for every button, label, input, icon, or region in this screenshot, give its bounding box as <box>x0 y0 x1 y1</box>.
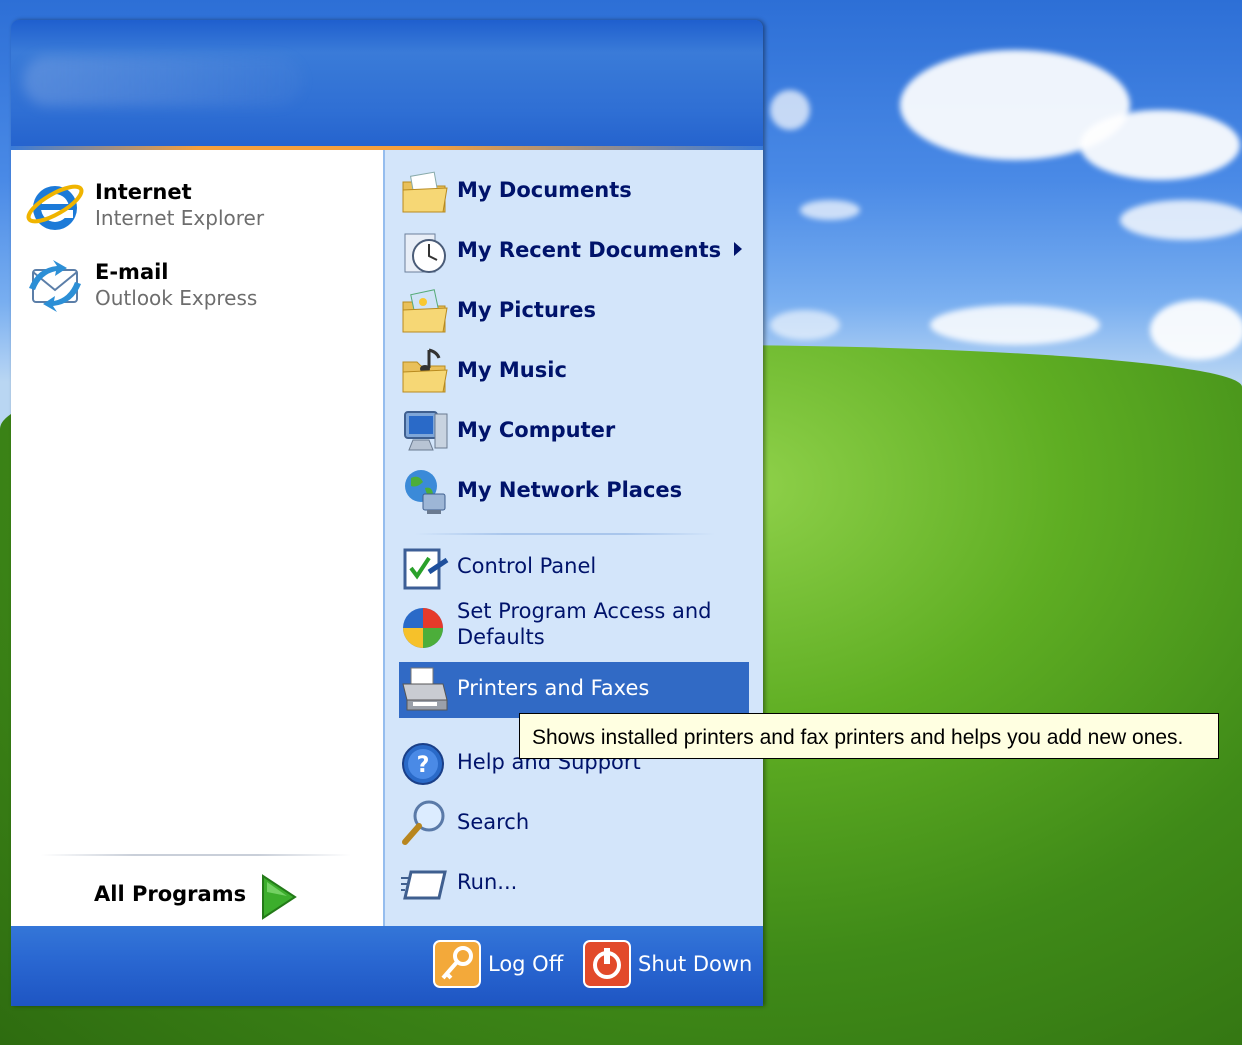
menu-item-run[interactable]: Run... <box>399 856 749 912</box>
places-pane: My Documents My Recent Documents My Pict… <box>383 150 763 926</box>
user-name-blurred <box>23 56 303 106</box>
svg-text:?: ? <box>417 753 430 778</box>
menu-item-label-line1: Set Program Access and <box>457 599 712 623</box>
menu-item-label: Search <box>457 810 530 834</box>
pinned-email-subtitle: Outlook Express <box>95 286 258 310</box>
menu-item-label: My Recent Documents <box>457 238 722 262</box>
printer-icon <box>402 667 448 711</box>
menu-item-label: My Network Places <box>457 478 683 502</box>
cloud <box>1120 200 1242 240</box>
network-places-icon <box>405 470 446 514</box>
shut-down-label: Shut Down <box>638 952 753 976</box>
menu-item-label: My Documents <box>457 178 632 202</box>
pinned-internet[interactable]: Internet Internet Explorer <box>23 174 363 244</box>
cloud <box>1150 300 1242 360</box>
menu-item-printers-and-faxes[interactable]: Printers and Faxes <box>399 662 749 718</box>
menu-item-my-network-places[interactable]: My Network Places <box>399 464 749 520</box>
submenu-arrow-icon <box>734 242 742 256</box>
tooltip: Shows installed printers and fax printer… <box>519 713 1219 759</box>
places-divider <box>415 533 715 535</box>
menu-item-label: Control Panel <box>457 554 597 578</box>
cloud <box>770 90 810 130</box>
menu-item-label: Printers and Faxes <box>457 676 650 700</box>
cloud <box>770 310 840 340</box>
all-programs-label: All Programs <box>94 882 247 906</box>
power-icon <box>583 940 631 988</box>
recent-documents-icon <box>404 233 446 273</box>
menu-item-label: My Computer <box>457 418 616 442</box>
menu-item-control-panel[interactable]: Control Panel <box>399 540 749 596</box>
help-icon: ? <box>402 743 444 785</box>
pinned-internet-title: Internet <box>95 180 192 204</box>
cloud <box>930 305 1100 345</box>
menu-item-label: My Music <box>457 358 567 382</box>
menu-item-label-line2: Defaults <box>457 625 545 649</box>
menu-item-my-recent-documents[interactable]: My Recent Documents <box>399 224 749 280</box>
control-panel-icon <box>403 548 449 590</box>
green-arrow-icon <box>262 874 297 920</box>
menu-item-my-documents[interactable]: My Documents <box>399 164 749 220</box>
pinned-email-title: E-mail <box>95 260 169 284</box>
my-documents-icon <box>402 171 448 213</box>
log-off-label: Log Off <box>488 952 564 976</box>
key-icon <box>433 940 481 988</box>
start-menu-footer: Log Off Shut Down <box>11 926 763 1006</box>
menu-item-search[interactable]: Search <box>399 796 749 852</box>
menu-item-my-computer[interactable]: My Computer <box>399 404 749 460</box>
all-programs-button[interactable]: All Programs <box>91 872 311 922</box>
menu-item-label: My Pictures <box>457 298 597 322</box>
menu-item-label: Run... <box>457 870 518 894</box>
internet-explorer-icon <box>26 184 84 230</box>
menu-item-my-pictures[interactable]: My Pictures <box>399 284 749 340</box>
start-menu: Internet Internet Explorer E-mail Outloo… <box>11 20 763 1006</box>
my-computer-icon <box>404 411 448 451</box>
pinned-internet-subtitle: Internet Explorer <box>95 206 265 230</box>
my-pictures-icon <box>402 289 448 333</box>
pinned-email[interactable]: E-mail Outlook Express <box>23 254 363 324</box>
all-programs-divider <box>41 854 351 856</box>
menu-item-set-program-access[interactable]: Set Program Access and Defaults <box>399 596 749 656</box>
start-menu-header <box>11 20 763 150</box>
menu-item-my-music[interactable]: My Music <box>399 344 749 400</box>
my-music-icon <box>402 348 448 393</box>
run-icon <box>401 870 447 900</box>
pinned-programs-pane: Internet Internet Explorer E-mail Outloo… <box>11 150 383 926</box>
program-access-icon <box>403 608 443 648</box>
shut-down-button[interactable]: Shut Down <box>583 940 753 992</box>
log-off-button[interactable]: Log Off <box>433 940 563 992</box>
outlook-express-icon <box>29 260 81 312</box>
tooltip-text: Shows installed printers and fax printer… <box>532 726 1184 749</box>
search-icon <box>402 800 445 845</box>
cloud <box>800 200 860 220</box>
cloud <box>1080 110 1240 180</box>
